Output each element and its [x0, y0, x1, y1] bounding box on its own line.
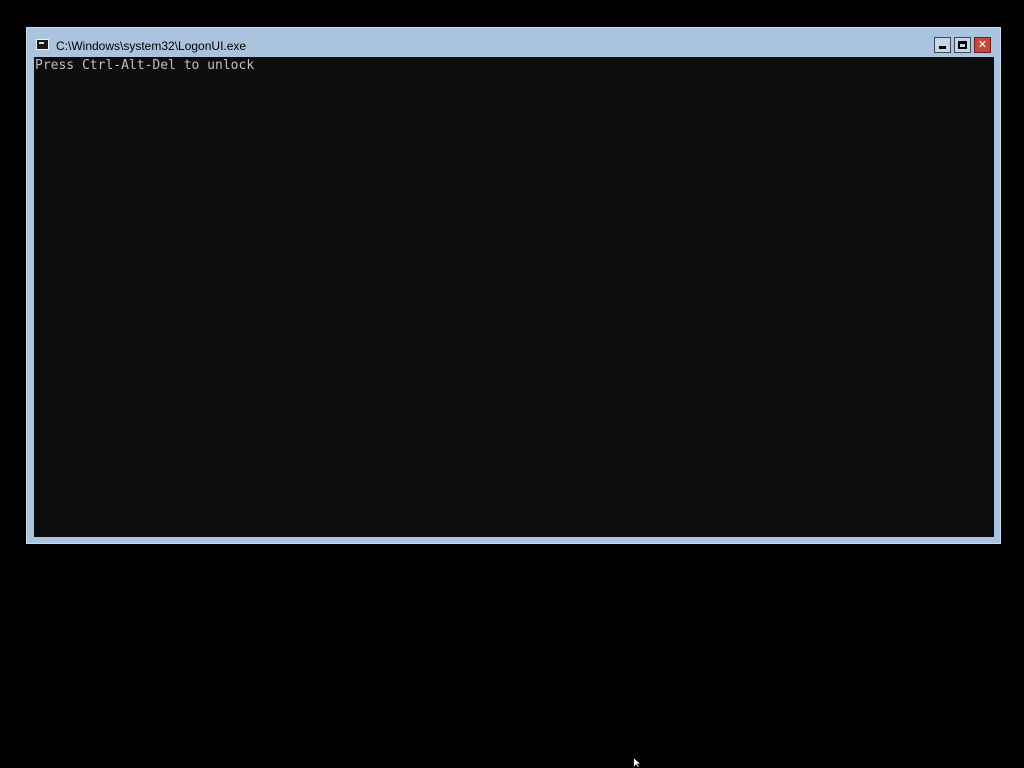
mouse-pointer-icon	[633, 757, 643, 768]
window-title: C:\Windows\system32\LogonUI.exe	[56, 39, 247, 53]
close-icon: ✕	[977, 38, 988, 51]
console-line: Press Ctrl-Alt-Del to unlock	[35, 58, 255, 73]
maximize-icon	[958, 41, 967, 49]
console-app-icon[interactable]	[36, 39, 49, 50]
console-window: C:\Windows\system32\LogonUI.exe ✕ Press …	[26, 27, 1001, 544]
console-output[interactable]: Press Ctrl-Alt-Del to unlock	[34, 57, 994, 537]
desktop: C:\Windows\system32\LogonUI.exe ✕ Press …	[0, 0, 1024, 768]
close-button[interactable]: ✕	[974, 37, 991, 53]
title-bar[interactable]: C:\Windows\system32\LogonUI.exe ✕	[27, 28, 1000, 57]
minimize-icon	[939, 46, 946, 49]
minimize-button[interactable]	[934, 37, 951, 53]
maximize-button[interactable]	[954, 37, 971, 53]
